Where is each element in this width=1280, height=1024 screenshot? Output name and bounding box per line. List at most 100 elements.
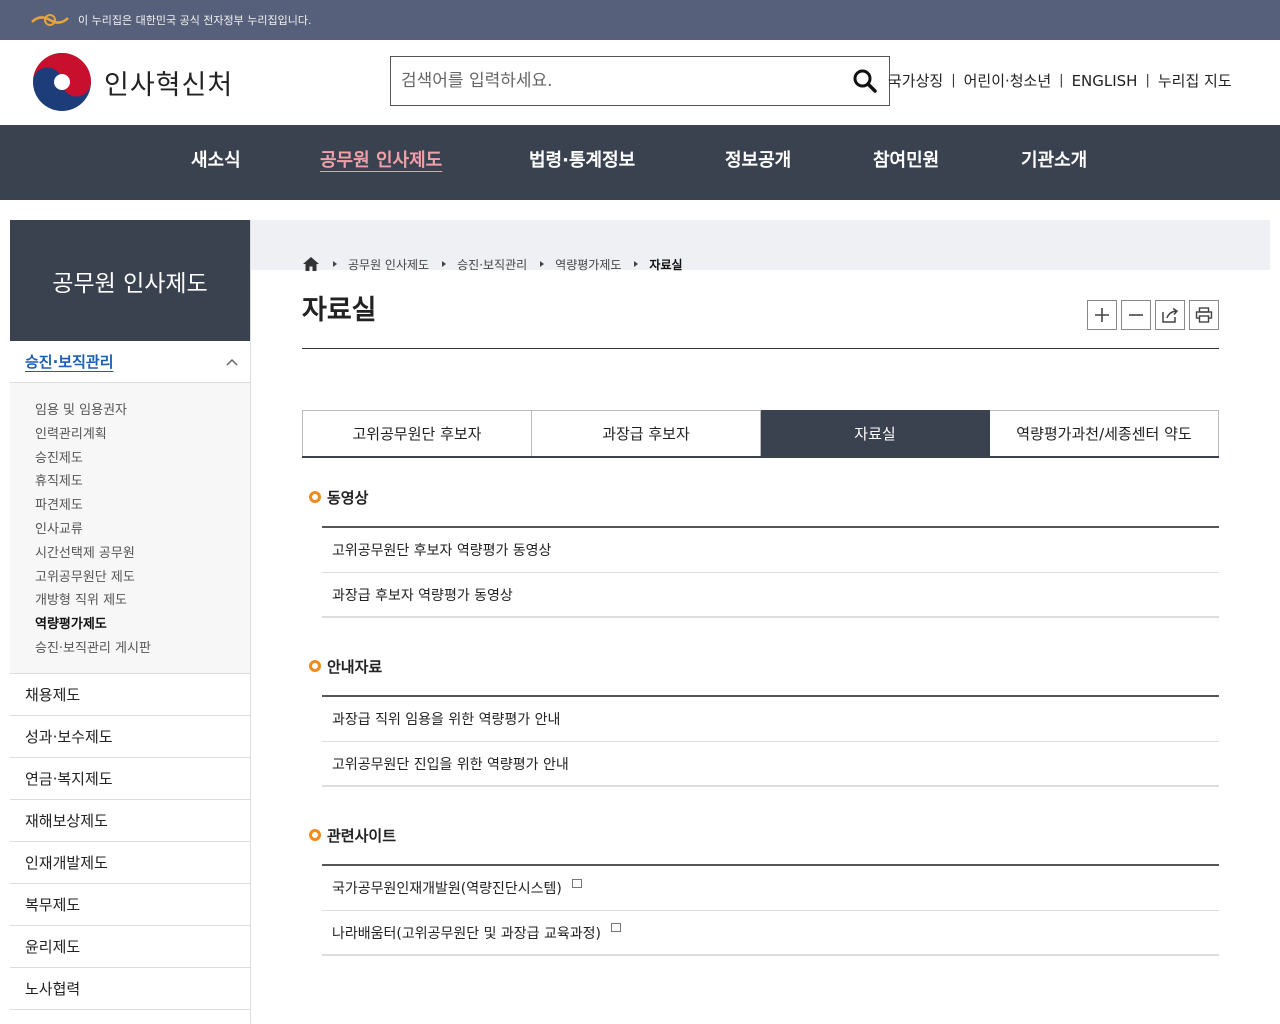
sub-item-leave[interactable]: 휴직제도 [35,470,250,494]
section-title: 관련사이트 [302,824,1219,846]
sidebar-item-service[interactable]: 복무제도 [10,884,250,926]
sub-item-open-position[interactable]: 개방형 직위 제도 [35,589,250,613]
sidebar-current-label: 승진·보직관리 [25,353,114,371]
sidebar: 공무원 인사제도 승진·보직관리 임용 및 임용권자 인력관리계획 승진제도 휴… [10,220,251,1024]
zoom-in-button[interactable] [1087,300,1117,330]
main-content: 공무원 인사제도 승진·보직관리 역량평가제도 자료실 자료실 고위공무원단 후… [302,250,1219,956]
zoom-out-button[interactable] [1121,300,1151,330]
sidebar-item-accident-compensation[interactable]: 재해보상제도 [10,800,250,842]
sub-item-senior-civil-service[interactable]: 고위공무원단 제도 [35,566,250,590]
chevron-up-icon [226,358,238,366]
nav-item-about[interactable]: 기관소개 [1021,125,1087,200]
link-text: 국가공무원인재개발원(역량진단시스템) [332,881,562,897]
section-videos: 동영상 고위공무원단 후보자 역량평가 동영상 과장급 후보자 역량평가 동영상 [302,486,1219,618]
gov-banner-text: 이 누리집은 대한민국 공식 전자정부 누리집입니다. [78,14,312,27]
section-title-text: 관련사이트 [327,826,397,845]
nav-item-personnel-system[interactable]: 공무원 인사제도 [320,125,442,200]
section-title-text: 동영상 [327,488,369,507]
page-title: 자료실 [302,295,377,326]
breadcrumb-separator [634,261,639,267]
share-button[interactable] [1155,300,1185,330]
plus-icon [1095,308,1109,322]
search-box [390,56,890,106]
utility-links: 국가상징 | 어린이·청소년 | ENGLISH | 누리집 지도 [888,70,1232,91]
util-separator: | [951,73,956,88]
main-nav: 새소식 공무원 인사제도 법령·통계정보 정보공개 참여민원 기관소개 [0,125,1280,200]
util-separator: | [1059,73,1064,88]
bullet-ring-icon [309,829,321,841]
tab-center-map[interactable]: 역량평가과천/세종센터 약도 [990,410,1219,456]
list-item[interactable]: 과장급 후보자 역량평가 동영상 [322,573,1219,618]
tab-bar: 고위공무원단 후보자 과장급 후보자 자료실 역량평가과천/세종센터 약도 [302,410,1219,458]
breadcrumb-separator [540,261,545,267]
sidebar-sub-list: 임용 및 임용권자 인력관리계획 승진제도 휴직제도 파견제도 인사교류 시간선… [10,383,250,674]
breadcrumb: 공무원 인사제도 승진·보직관리 역량평가제도 자료실 [302,250,1219,278]
home-icon[interactable] [302,256,320,272]
sidebar-item-ethics[interactable]: 윤리제도 [10,926,250,968]
bullet-ring-icon [309,491,321,503]
brand-name: 인사혁신처 [104,69,234,101]
nav-item-civil-participation[interactable]: 참여민원 [873,125,939,200]
tab-resources[interactable]: 자료실 [761,410,990,456]
list-item[interactable]: 국가공무원인재개발원(역량진단시스템) [322,866,1219,911]
util-link-english[interactable]: ENGLISH [1072,72,1138,90]
sub-item-manpower-plan[interactable]: 인력관리계획 [35,423,250,447]
nav-item-laws-stats[interactable]: 법령·통계정보 [529,125,635,200]
link-text: 나라배움터(고위공무원단 및 과장급 교육과정) [332,925,601,942]
search-icon [853,69,877,93]
sidebar-item-promotion[interactable]: 승진·보직관리 [10,341,250,383]
sub-item-dispatch[interactable]: 파견제도 [35,494,250,518]
sidebar-item-performance-pay[interactable]: 성과·보수제도 [10,716,250,758]
search-input[interactable] [391,58,841,104]
new-window-icon [571,878,582,888]
sidebar-item-pension-welfare[interactable]: 연금·복지제도 [10,758,250,800]
taegeuk-emblem-icon [31,14,69,26]
section-related-sites: 관련사이트 국가공무원인재개발원(역량진단시스템) 나라배움터(고위공무원단 및… [302,824,1219,956]
new-window-icon [611,923,621,932]
section-title: 동영상 [302,486,1219,508]
sub-item-competency-assessment[interactable]: 역량평가제도 [35,613,250,637]
section-guides: 안내자료 과장급 직위 임용을 위한 역량평가 안내 고위공무원단 진입을 위한… [302,655,1219,787]
print-button[interactable] [1189,300,1219,330]
util-separator: | [1145,73,1150,88]
list-item[interactable]: 고위공무원단 진입을 위한 역량평가 안내 [322,742,1219,787]
breadcrumb-item[interactable]: 공무원 인사제도 [348,256,429,273]
list-item[interactable]: 과장급 직위 임용을 위한 역량평가 안내 [322,697,1219,742]
sub-item-exchange[interactable]: 인사교류 [35,518,250,542]
tab-director-candidates[interactable]: 과장급 후보자 [532,410,761,456]
brand-logo[interactable]: 인사혁신처 [32,52,233,112]
sub-item-promotion[interactable]: 승진제도 [35,447,250,471]
section-title: 안내자료 [302,655,1219,677]
tab-senior-candidates[interactable]: 고위공무원단 후보자 [302,410,532,456]
sub-item-appointment[interactable]: 임용 및 임용권자 [35,399,250,423]
breadcrumb-separator [442,261,447,267]
section-title-text: 안내자료 [327,657,383,676]
link-list: 고위공무원단 후보자 역량평가 동영상 과장급 후보자 역량평가 동영상 [322,526,1219,618]
sidebar-title: 공무원 인사제도 [10,220,250,341]
printer-icon [1195,307,1213,323]
list-item[interactable]: 나라배움터(고위공무원단 및 과장급 교육과정) [322,911,1219,956]
util-link-national-symbol[interactable]: 국가상징 [888,70,943,91]
breadcrumb-item[interactable]: 승진·보직관리 [457,256,527,273]
breadcrumb-item[interactable]: 역량평가제도 [555,256,621,273]
util-link-kids[interactable]: 어린이·청소년 [964,70,1052,91]
page-tools [1087,300,1219,330]
sub-item-board[interactable]: 승진·보직관리 게시판 [35,637,250,661]
nav-item-news[interactable]: 새소식 [191,125,241,200]
search-button[interactable] [841,57,889,105]
sidebar-item-talent-development[interactable]: 인재개발제도 [10,842,250,884]
breadcrumb-separator [333,261,337,267]
sidebar-item-labor-relations[interactable]: 노사협력 [10,968,250,1010]
list-item[interactable]: 고위공무원단 후보자 역량평가 동영상 [322,528,1219,573]
link-list: 과장급 직위 임용을 위한 역량평가 안내 고위공무원단 진입을 위한 역량평가… [322,695,1219,787]
gov-banner: 이 누리집은 대한민국 공식 전자정부 누리집입니다. [0,0,1280,40]
bullet-ring-icon [309,660,321,672]
minus-icon [1129,314,1143,316]
util-link-sitemap[interactable]: 누리집 지도 [1158,70,1232,91]
sub-item-part-time[interactable]: 시간선택제 공무원 [35,542,250,566]
link-list: 국가공무원인재개발원(역량진단시스템) 나라배움터(고위공무원단 및 과장급 교… [322,864,1219,956]
site-header: 인사혁신처 국가상징 | 어린이·청소년 | ENGLISH | 누리집 지도 [0,40,1280,125]
sidebar-item-recruitment[interactable]: 채용제도 [10,674,250,716]
taegeuk-logo-icon [33,53,91,111]
nav-item-info-disclosure[interactable]: 정보공개 [725,125,791,200]
